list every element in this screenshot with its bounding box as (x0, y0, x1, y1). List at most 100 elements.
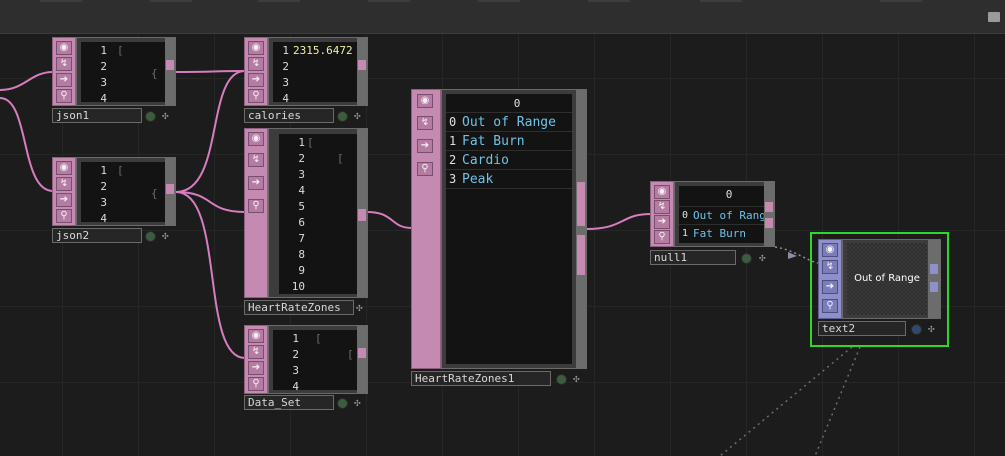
bypass-icon[interactable]: ⚲ (417, 162, 433, 176)
operator-null1[interactable]: ◉ ↯ ➔ ⚲ 0 0 Out of Range 1 Fat Burn null… (650, 181, 775, 267)
bracket-glyph: [ (307, 136, 314, 149)
operator-data-set[interactable]: ◉ ↯ ➔ ⚲ 1 2 3 4 [ [ Data_Set ✣ (244, 325, 368, 410)
output-bar (928, 240, 940, 318)
bypass-icon[interactable]: ⚲ (56, 209, 72, 223)
bracket-glyph: [ (337, 152, 344, 165)
viewer-toggle[interactable] (911, 324, 922, 335)
bypass-icon[interactable]: ⚲ (654, 230, 670, 244)
viewer-toggle[interactable] (337, 398, 348, 409)
cook-icon[interactable]: ↯ (248, 57, 264, 71)
export-arrow-icon[interactable]: ➔ (248, 176, 264, 190)
cook-icon[interactable]: ↯ (56, 57, 72, 71)
viewer-icon[interactable]: ◉ (822, 243, 838, 257)
line-number: 1 (298, 136, 305, 149)
operator-name[interactable]: json2 (52, 228, 142, 243)
output-connector[interactable] (930, 264, 938, 274)
pin-icon[interactable]: ✣ (354, 110, 361, 121)
output-connector[interactable] (577, 235, 585, 275)
pin-icon[interactable]: ✣ (573, 373, 580, 384)
column-header: 0 (513, 97, 521, 110)
output-connector[interactable] (358, 348, 366, 358)
line-number: 6 (298, 216, 305, 229)
output-connector[interactable] (765, 218, 773, 228)
wire-heartratezones1-null1 (585, 213, 652, 230)
viewer-icon[interactable]: ◉ (248, 132, 264, 146)
pin-icon[interactable]: ✣ (928, 323, 935, 334)
operator-body: 1 2 3 4 [ [ (268, 325, 368, 394)
operator-name[interactable]: Data_Set (244, 395, 334, 410)
line-number: 2 (100, 60, 107, 73)
operator-calories[interactable]: ◉ ↯ ➔ ⚲ 1 2 3 4 2315.6472 calories ✣ (244, 37, 368, 123)
network-editor-canvas[interactable]: ◉ ↯ ➔ ⚲ 1 2 3 4 [ { json1 ✣ ◉ ↯ ➔ ⚲ 1 2 … (0, 0, 1005, 456)
operator-name[interactable]: json1 (52, 108, 142, 123)
cook-icon[interactable]: ↯ (248, 153, 264, 167)
line-number: 2 (282, 60, 289, 73)
output-connector[interactable] (358, 209, 366, 221)
row-index: 1 (449, 134, 457, 148)
output-connector[interactable] (166, 184, 174, 194)
operator-name[interactable]: text2 (818, 321, 906, 336)
output-connector[interactable] (930, 282, 938, 292)
viewer-icon[interactable]: ◉ (417, 94, 433, 108)
viewer-icon[interactable]: ◉ (248, 329, 264, 343)
wire-input-json2 (0, 97, 54, 192)
export-arrow-icon[interactable]: ➔ (822, 280, 838, 294)
cell-value: Cardio (462, 153, 509, 168)
calorie-value: 2315.6472 (293, 44, 353, 57)
bypass-icon[interactable]: ⚲ (248, 377, 264, 391)
viewer-toggle[interactable] (556, 374, 567, 385)
cook-icon[interactable]: ↯ (822, 260, 838, 274)
operator-text2[interactable]: ◉ ↯ ➔ ⚲ Out of Range text2 ✣ (810, 232, 949, 347)
pin-icon[interactable]: ✣ (356, 302, 363, 313)
bypass-icon[interactable]: ⚲ (56, 89, 72, 103)
export-arrow-icon[interactable]: ➔ (654, 215, 670, 229)
export-arrow-icon[interactable]: ➔ (56, 193, 72, 207)
operator-name[interactable]: null1 (650, 250, 736, 265)
cook-icon[interactable]: ↯ (654, 200, 670, 214)
cook-icon[interactable]: ↯ (248, 345, 264, 359)
output-connector[interactable] (765, 202, 773, 212)
export-arrow-icon[interactable]: ➔ (248, 361, 264, 375)
pin-icon[interactable]: ✣ (162, 230, 169, 241)
line-number: 2 (292, 348, 299, 361)
viewer-icon[interactable]: ◉ (56, 161, 72, 175)
export-arrow-icon[interactable]: ➔ (56, 73, 72, 87)
operator-strip: ◉ ↯ ➔ ⚲ (52, 37, 76, 106)
operator-heartratezones1[interactable]: ◉ ↯ ➔ ⚲ 0 0 Out of Range 1 Fat Burn 2 Ca… (411, 89, 587, 389)
table-row: 1 Fat Burn (679, 224, 765, 243)
bypass-icon[interactable]: ⚲ (248, 89, 264, 103)
operator-json2[interactable]: ◉ ↯ ➔ ⚲ 1 2 3 4 [ { json2 ✣ (52, 157, 176, 243)
pin-icon[interactable]: ✣ (759, 252, 766, 263)
viewer-toggle[interactable] (145, 231, 156, 242)
operator-name[interactable]: calories (244, 108, 334, 123)
line-number: 4 (298, 184, 305, 197)
line-number: 1 (100, 164, 107, 177)
operator-name[interactable]: HeartRateZones1 (411, 371, 551, 386)
output-connector[interactable] (577, 182, 585, 226)
operator-name[interactable]: HeartRateZones (244, 300, 354, 315)
operator-heartratezones[interactable]: ◉ ↯ ➔ ⚲ 1 2 3 4 5 6 7 8 9 10 [ [HeartRa… (244, 128, 368, 316)
line-number: 4 (292, 380, 299, 390)
viewer-toggle[interactable] (337, 111, 348, 122)
viewer-icon[interactable]: ◉ (654, 185, 670, 199)
cook-icon[interactable]: ↯ (56, 177, 72, 191)
export-arrow-icon[interactable]: ➔ (417, 139, 433, 153)
export-arrow-icon[interactable]: ➔ (248, 73, 264, 87)
bypass-icon[interactable]: ⚲ (248, 199, 264, 213)
viewer-toggle[interactable] (145, 111, 156, 122)
cook-icon[interactable]: ↯ (417, 116, 433, 130)
operator-strip: ◉ ↯ ➔ ⚲ (52, 157, 76, 226)
pin-icon[interactable]: ✣ (354, 397, 361, 408)
row-index: 0 (449, 115, 457, 129)
operator-json1[interactable]: ◉ ↯ ➔ ⚲ 1 2 3 4 [ { json1 ✣ (52, 37, 176, 123)
output-connector[interactable] (358, 60, 366, 70)
viewer-icon[interactable]: ◉ (56, 41, 72, 55)
operator-body: Out of Range (842, 239, 941, 319)
bypass-icon[interactable]: ⚲ (822, 299, 838, 313)
operator-strip: ◉ ↯ ➔ ⚲ (818, 239, 842, 319)
viewer-toggle[interactable] (741, 253, 752, 264)
table-header-row: 0 (446, 94, 572, 113)
pin-icon[interactable]: ✣ (162, 110, 169, 121)
output-connector[interactable] (166, 60, 174, 70)
viewer-icon[interactable]: ◉ (248, 41, 264, 55)
